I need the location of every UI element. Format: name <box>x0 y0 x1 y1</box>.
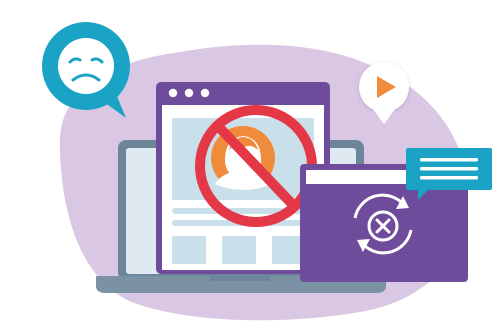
window-dot <box>184 88 194 98</box>
content-tile <box>172 236 206 264</box>
laptop-base-notch <box>210 276 270 281</box>
sad-face-speech-bubble-icon <box>42 22 130 118</box>
window-dot <box>200 88 210 98</box>
content-tile <box>222 236 256 264</box>
window-dot <box>168 88 178 98</box>
blocked-profile-illustration <box>42 22 492 321</box>
